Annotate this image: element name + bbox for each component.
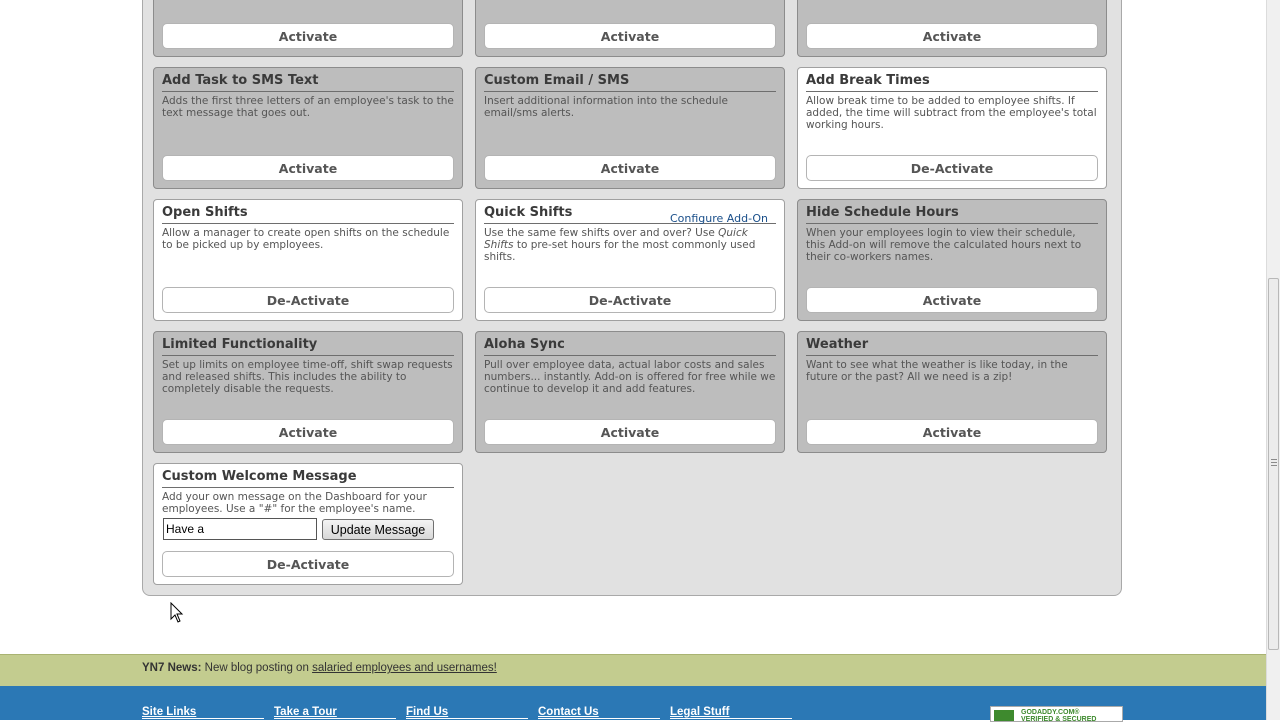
addon-card-sms-text: Add Task to SMS Text Adds the first thre… xyxy=(153,67,463,189)
addon-card-quick-shifts: Quick Shifts Configure Add-On Use the sa… xyxy=(475,199,785,321)
addon-card-weather: Weather Want to see what the weather is … xyxy=(797,331,1107,453)
activate-button[interactable]: Activate xyxy=(806,23,1098,49)
news-bar: YN7 News: New blog posting on salaried e… xyxy=(0,654,1266,686)
activate-button[interactable]: Activate xyxy=(162,419,454,445)
addon-title: Custom Email / SMS xyxy=(484,72,776,92)
deactivate-button[interactable]: De-Activate xyxy=(162,287,454,313)
activate-button[interactable]: Activate xyxy=(806,419,1098,445)
addon-title: Quick Shifts Configure Add-On xyxy=(484,204,776,227)
addon-card-aloha: Aloha Sync Pull over employee data, actu… xyxy=(475,331,785,453)
addon-title-text: Quick Shifts xyxy=(484,205,573,220)
addon-title: Hide Schedule Hours xyxy=(806,204,1098,224)
addon-card: Activate xyxy=(797,0,1107,57)
addon-description: Add your own message on the Dashboard fo… xyxy=(162,491,427,515)
scrollbar-thumb[interactable] xyxy=(1268,278,1279,650)
addon-card-custom-email: Custom Email / SMS Insert additional inf… xyxy=(475,67,785,189)
grip-icon xyxy=(1271,459,1277,467)
deactivate-button[interactable]: De-Activate xyxy=(162,551,454,577)
mouse-cursor-icon xyxy=(170,602,184,623)
deactivate-button[interactable]: De-Activate xyxy=(484,287,776,313)
activate-button[interactable]: Activate xyxy=(484,23,776,49)
addon-description: Use the same few shifts over and over? U… xyxy=(484,227,776,263)
addon-description: Allow break time to be added to employee… xyxy=(806,95,1097,131)
addon-card: Activate xyxy=(475,0,785,57)
configure-addon-link[interactable]: Configure Add-On xyxy=(670,210,768,227)
footer-take-a-tour[interactable]: Take a Tour xyxy=(274,706,396,719)
addon-card-break-times: Add Break Times Allow break time to be a… xyxy=(797,67,1107,189)
desc-text: Use the same few shifts over and over? U… xyxy=(484,227,719,239)
addon-title: Aloha Sync xyxy=(484,336,776,356)
addon-description: Adds the first three letters of an emplo… xyxy=(162,95,454,119)
addon-card-limited: Limited Functionality Set up limits on e… xyxy=(153,331,463,453)
activate-button[interactable]: Activate xyxy=(162,155,454,181)
activate-button[interactable]: Activate xyxy=(162,23,454,49)
addon-title: Add Break Times xyxy=(806,72,1098,92)
addon-description: Want to see what the weather is like tod… xyxy=(806,359,1068,383)
news-label: YN7 News: xyxy=(142,662,202,674)
news-link[interactable]: salaried employees and usernames! xyxy=(312,662,497,674)
addon-title: Add Task to SMS Text xyxy=(162,72,454,92)
footer-find-us[interactable]: Find Us xyxy=(406,706,528,719)
news-message: New blog posting on xyxy=(204,662,309,674)
footer-site-links[interactable]: Site Links xyxy=(142,706,264,719)
activate-button[interactable]: Activate xyxy=(806,287,1098,313)
badge-line1: GODADDY.COM® xyxy=(1021,709,1080,716)
addon-title: Limited Functionality xyxy=(162,336,454,356)
footer-legal-stuff[interactable]: Legal Stuff xyxy=(670,706,792,719)
desc-text: to pre-set hours for the most commonly u… xyxy=(484,239,756,263)
addon-description: When your employees login to view their … xyxy=(806,227,1082,263)
addon-title: Custom Welcome Message xyxy=(162,468,454,488)
addon-card: Activate xyxy=(153,0,463,57)
addon-description: Insert additional information into the s… xyxy=(484,95,728,119)
activate-button[interactable]: Activate xyxy=(484,155,776,181)
addon-title: Weather xyxy=(806,336,1098,356)
lock-seal-icon xyxy=(994,710,1014,721)
update-message-button[interactable]: Update Message xyxy=(322,519,434,540)
footer-contact-us[interactable]: Contact Us xyxy=(538,706,660,719)
badge-text: GODADDY.COM® VERIFIED & SECURED xyxy=(1021,709,1096,723)
deactivate-button[interactable]: De-Activate xyxy=(806,155,1098,181)
addon-description: Set up limits on employee time-off, shif… xyxy=(162,359,453,395)
addon-description: Pull over employee data, actual labor co… xyxy=(484,359,776,395)
news-text: YN7 News: New blog posting on salaried e… xyxy=(142,662,497,674)
welcome-message-input[interactable] xyxy=(163,518,317,540)
addon-card-hide-hours: Hide Schedule Hours When your employees … xyxy=(797,199,1107,321)
addon-description: Allow a manager to create open shifts on… xyxy=(162,227,450,251)
activate-button[interactable]: Activate xyxy=(484,419,776,445)
addon-card-open-shifts: Open Shifts Allow a manager to create op… xyxy=(153,199,463,321)
addon-title: Open Shifts xyxy=(162,204,454,224)
